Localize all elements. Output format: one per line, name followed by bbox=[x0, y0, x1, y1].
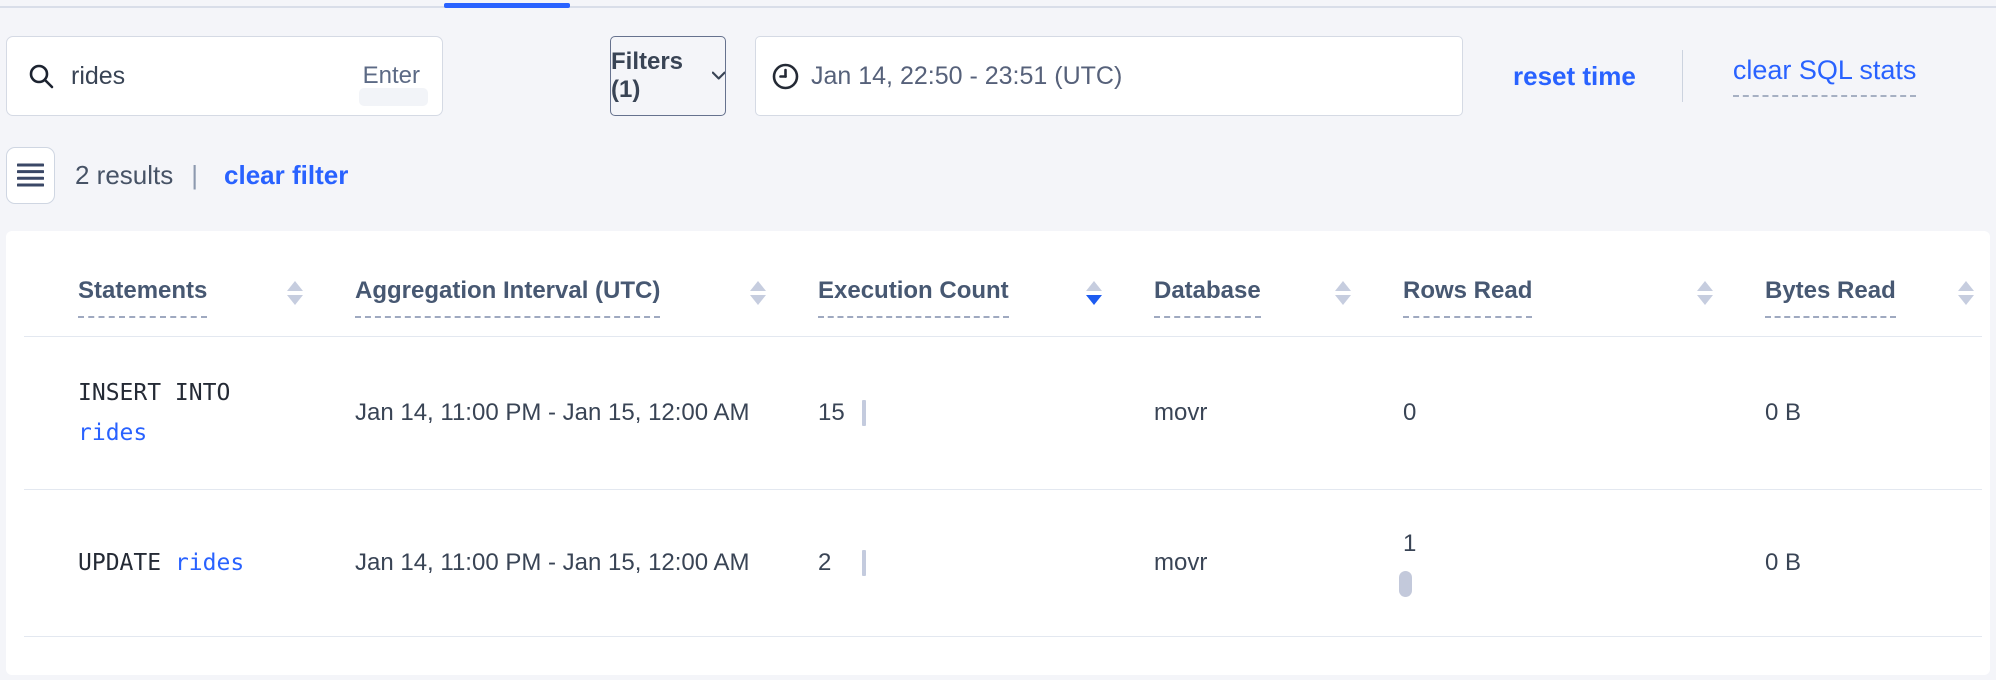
database-cell: movr bbox=[1154, 337, 1403, 490]
database-cell: movr bbox=[1154, 490, 1403, 637]
statement-cell: UPDATE rides bbox=[24, 490, 355, 637]
enter-key-hint: Enter bbox=[363, 62, 420, 90]
table-header-row: Statements Aggregation Interval (UTC) Ex… bbox=[24, 231, 1982, 337]
execution-count-bar bbox=[862, 400, 866, 426]
table-row: UPDATE rides Jan 14, 11:00 PM - Jan 15, … bbox=[24, 490, 1982, 637]
column-header-database[interactable]: Database bbox=[1154, 231, 1403, 337]
statement-text: INSERT INTO bbox=[78, 380, 230, 406]
toolbar: Enter Filters (1) Jan 14, 22:50 - 23:51 … bbox=[0, 36, 1996, 116]
execution-count-value: 2 bbox=[818, 549, 862, 577]
clear-sql-stats-link[interactable]: clear SQL stats bbox=[1733, 55, 1917, 97]
statement-cell: INSERT INTO rides bbox=[24, 337, 355, 490]
results-count: 2 results bbox=[75, 160, 173, 191]
execution-count-cell: 15 bbox=[818, 337, 1154, 490]
active-tab-indicator bbox=[444, 3, 570, 8]
table-row: INSERT INTO rides Jan 14, 11:00 PM - Jan… bbox=[24, 337, 1982, 490]
sort-arrows-icon[interactable] bbox=[750, 281, 766, 305]
statements-table: Statements Aggregation Interval (UTC) Ex… bbox=[24, 231, 1982, 637]
sort-arrows-icon-active-desc[interactable] bbox=[1086, 281, 1102, 305]
search-input[interactable] bbox=[71, 62, 347, 91]
sort-arrows-icon[interactable] bbox=[287, 281, 303, 305]
results-separator: | bbox=[191, 160, 198, 191]
filters-button[interactable]: Filters (1) bbox=[610, 36, 726, 116]
search-box[interactable]: Enter bbox=[6, 36, 443, 116]
tab-bar bbox=[0, 0, 1996, 8]
execution-count-bar bbox=[862, 550, 866, 576]
sql-activity-page: Enter Filters (1) Jan 14, 22:50 - 23:51 … bbox=[0, 0, 1996, 680]
statement-link[interactable]: rides bbox=[78, 420, 147, 446]
column-header-execution-count[interactable]: Execution Count bbox=[818, 231, 1154, 337]
reset-time-link[interactable]: reset time bbox=[1513, 61, 1636, 92]
sort-arrows-icon[interactable] bbox=[1335, 281, 1351, 305]
results-bar: 2 results | clear filter bbox=[0, 146, 1996, 204]
rows-read-cell: 0 bbox=[1403, 337, 1765, 490]
aggregation-interval-cell: Jan 14, 11:00 PM - Jan 15, 12:00 AM bbox=[355, 337, 818, 490]
bytes-read-cell: 0 B bbox=[1765, 337, 1982, 490]
execution-count-cell: 2 bbox=[818, 490, 1154, 637]
sort-arrows-icon[interactable] bbox=[1958, 281, 1974, 305]
time-range-label: Jan 14, 22:50 - 23:51 (UTC) bbox=[811, 62, 1122, 91]
clear-filter-link[interactable]: clear filter bbox=[224, 160, 348, 191]
column-selector-button[interactable] bbox=[6, 147, 55, 204]
chevron-down-icon bbox=[712, 71, 725, 81]
bytes-read-cell: 0 B bbox=[1765, 490, 1982, 637]
time-range-picker[interactable]: Jan 14, 22:50 - 23:51 (UTC) bbox=[755, 36, 1463, 116]
rows-read-value: 1 bbox=[1403, 530, 1416, 558]
list-columns-icon bbox=[17, 163, 44, 187]
search-icon bbox=[27, 62, 55, 90]
toolbar-divider bbox=[1682, 50, 1683, 102]
rows-read-cell: 1 bbox=[1403, 490, 1765, 637]
aggregation-interval-cell: Jan 14, 11:00 PM - Jan 15, 12:00 AM bbox=[355, 490, 818, 637]
statements-table-card: Statements Aggregation Interval (UTC) Ex… bbox=[6, 231, 1990, 675]
column-header-aggregation-interval[interactable]: Aggregation Interval (UTC) bbox=[355, 231, 818, 337]
rows-read-value: 0 bbox=[1403, 399, 1416, 427]
column-header-statements[interactable]: Statements bbox=[24, 231, 355, 337]
filters-button-label: Filters (1) bbox=[611, 48, 702, 104]
sort-arrows-icon[interactable] bbox=[1697, 281, 1713, 305]
clock-icon bbox=[772, 63, 799, 90]
statement-text: UPDATE bbox=[78, 550, 161, 576]
rows-read-bar bbox=[1399, 571, 1412, 597]
statement-link[interactable]: rides bbox=[175, 550, 244, 576]
column-header-bytes-read[interactable]: Bytes Read bbox=[1765, 231, 1982, 337]
column-header-rows-read[interactable]: Rows Read bbox=[1403, 231, 1765, 337]
execution-count-value: 15 bbox=[818, 399, 862, 427]
